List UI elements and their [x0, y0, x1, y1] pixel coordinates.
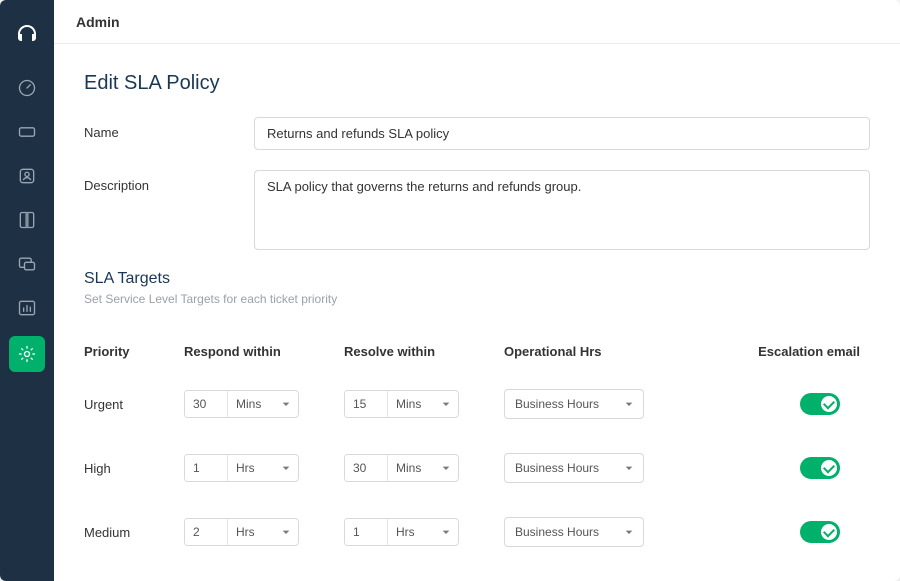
description-input[interactable]	[254, 170, 870, 250]
respond-cell: MinsHrsDays	[184, 518, 344, 546]
resolve-value-input[interactable]	[345, 391, 387, 417]
sidebar-nav-tickets[interactable]	[0, 110, 54, 154]
resolve-combo: MinsHrsDays	[344, 518, 459, 546]
escalation-toggle[interactable]	[800, 457, 840, 479]
targets-row: High MinsHrsDays MinsHrsDays Business Hours…	[84, 443, 870, 493]
header-respond: Respond within	[184, 344, 344, 359]
header-ophrs: Operational Hrs	[504, 344, 704, 359]
description-row: Description	[84, 170, 870, 250]
respond-cell: MinsHrsDays	[184, 454, 344, 482]
resolve-combo: MinsHrsDays	[344, 390, 459, 418]
description-label: Description	[84, 170, 254, 193]
resolve-value-input[interactable]	[345, 455, 387, 481]
check-icon	[821, 460, 837, 476]
resolve-cell: MinsHrsDays	[344, 390, 504, 418]
sidebar-nav-settings[interactable]	[9, 336, 45, 372]
ophrs-select[interactable]: Business HoursCalendar Hours	[504, 389, 644, 419]
breadcrumb-root: Admin	[76, 14, 120, 30]
check-icon	[821, 524, 837, 540]
sidebar-nav-knowledge[interactable]	[0, 198, 54, 242]
book-icon	[17, 210, 37, 230]
respond-cell: MinsHrsDays	[184, 390, 344, 418]
priority-label: High	[84, 461, 184, 476]
targets-row: Urgent MinsHrsDays MinsHrsDays Business Hou…	[84, 379, 870, 429]
check-icon	[821, 396, 837, 412]
escalation-cell	[704, 521, 870, 543]
targets-body: Urgent MinsHrsDays MinsHrsDays Business Hou…	[84, 379, 870, 581]
barchart-icon	[17, 298, 37, 318]
gear-icon	[17, 344, 37, 364]
ophrs-cell: Business HoursCalendar Hours	[504, 517, 704, 547]
ophrs-select[interactable]: Business HoursCalendar Hours	[504, 517, 644, 547]
escalation-cell	[704, 457, 870, 479]
respond-value-input[interactable]	[185, 391, 227, 417]
respond-value-input[interactable]	[185, 519, 227, 545]
resolve-unit-select[interactable]: MinsHrsDays	[387, 455, 458, 481]
targets-row: Medium MinsHrsDays MinsHrsDays Business Hou…	[84, 507, 870, 557]
sla-targets-heading: SLA Targets	[84, 270, 870, 288]
ticket-icon	[17, 122, 37, 142]
sla-targets-subheading: Set Service Level Targets for each ticke…	[84, 292, 870, 306]
name-row: Name	[84, 117, 870, 150]
ophrs-cell: Business HoursCalendar Hours	[504, 389, 704, 419]
respond-value-input[interactable]	[185, 455, 227, 481]
app-root: Admin Edit SLA Policy Name Description S…	[0, 0, 900, 581]
resolve-value-input[interactable]	[345, 519, 387, 545]
resolve-cell: MinsHrsDays	[344, 454, 504, 482]
main-pane: Admin Edit SLA Policy Name Description S…	[54, 0, 900, 581]
respond-unit-select[interactable]: MinsHrsDays	[227, 455, 298, 481]
contact-icon	[17, 166, 37, 186]
respond-combo: MinsHrsDays	[184, 518, 299, 546]
targets-header-row: Priority Respond within Resolve within O…	[84, 334, 870, 369]
resolve-unit-select[interactable]: MinsHrsDays	[387, 519, 458, 545]
name-input[interactable]	[254, 117, 870, 150]
topbar: Admin	[54, 0, 900, 44]
header-priority: Priority	[84, 344, 184, 359]
sidebar	[0, 0, 54, 581]
sidebar-nav-chat[interactable]	[0, 242, 54, 286]
ophrs-select[interactable]: Business HoursCalendar Hours	[504, 453, 644, 483]
gauge-icon	[17, 78, 37, 98]
resolve-combo: MinsHrsDays	[344, 454, 459, 482]
chat-icon	[17, 254, 37, 274]
headset-icon	[15, 23, 39, 47]
header-escalate: Escalation email	[704, 344, 870, 359]
resolve-cell: MinsHrsDays	[344, 518, 504, 546]
sidebar-nav-dashboard[interactable]	[0, 66, 54, 110]
escalation-toggle[interactable]	[800, 521, 840, 543]
content-area: Edit SLA Policy Name Description SLA Tar…	[54, 44, 900, 581]
escalation-toggle[interactable]	[800, 393, 840, 415]
respond-unit-select[interactable]: MinsHrsDays	[227, 391, 298, 417]
respond-combo: MinsHrsDays	[184, 454, 299, 482]
resolve-unit-select[interactable]: MinsHrsDays	[387, 391, 458, 417]
sidebar-nav-reports[interactable]	[0, 286, 54, 330]
app-logo[interactable]	[0, 10, 54, 60]
targets-row: LowMinsHrsDaysMinsHrsDaysBusiness HoursC…	[84, 571, 870, 581]
ophrs-cell: Business HoursCalendar Hours	[504, 453, 704, 483]
escalation-cell	[704, 393, 870, 415]
priority-label: Urgent	[84, 397, 184, 412]
page-title: Edit SLA Policy	[84, 72, 870, 95]
sidebar-nav-contacts[interactable]	[0, 154, 54, 198]
header-resolve: Resolve within	[344, 344, 504, 359]
priority-label: Medium	[84, 525, 184, 540]
name-label: Name	[84, 117, 254, 140]
respond-combo: MinsHrsDays	[184, 390, 299, 418]
respond-unit-select[interactable]: MinsHrsDays	[227, 519, 298, 545]
